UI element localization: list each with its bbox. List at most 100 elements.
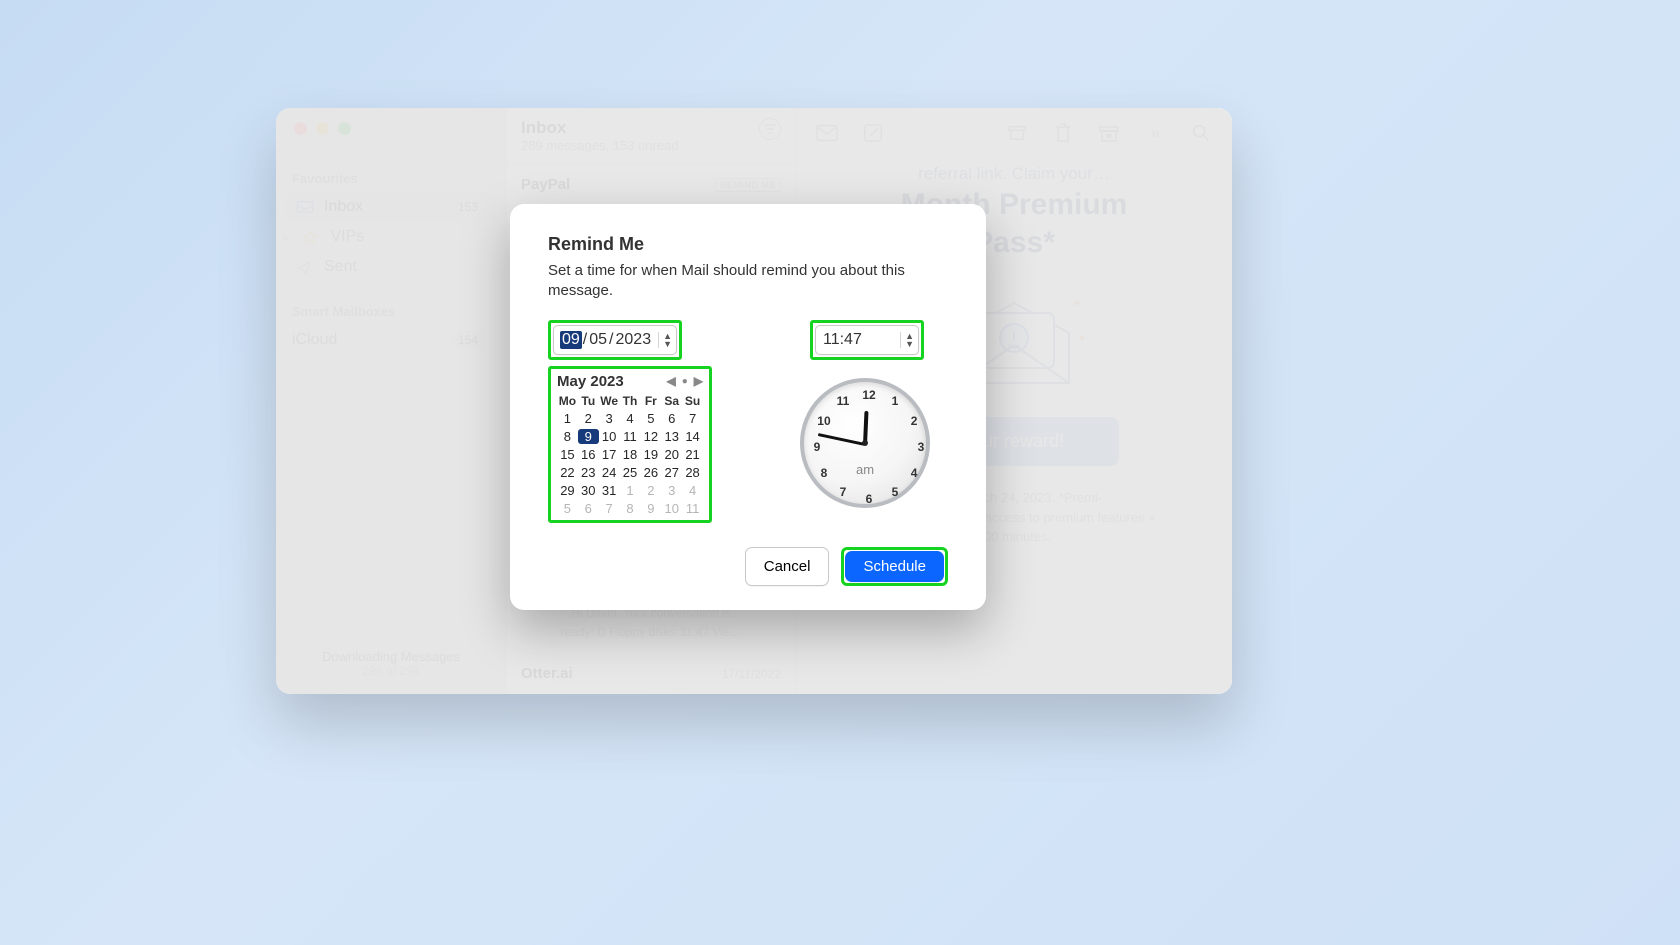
calendar-day[interactable]: 3 [599,411,620,426]
minimize-window-icon[interactable] [316,122,329,135]
calendar-day[interactable]: 5 [557,501,578,516]
sidebar-item-label: Inbox [324,198,363,216]
calendar-day[interactable]: 2 [640,483,661,498]
fullscreen-window-icon[interactable] [338,122,351,135]
remind-me-tag: REMIND ME [715,178,781,192]
calendar-day[interactable]: 16 [578,447,599,462]
compose-icon[interactable] [862,122,884,144]
calendar-day[interactable]: 18 [620,447,641,462]
close-window-icon[interactable] [294,122,307,135]
calendar-prev-icon[interactable]: ◀ [666,374,675,388]
calendar-day[interactable]: 6 [661,411,682,426]
clock-numeral: 4 [911,466,918,480]
stepper-arrows-icon[interactable]: ▲▼ [900,332,914,348]
calendar-day[interactable]: 8 [620,501,641,516]
calendar-day[interactable]: 4 [682,483,703,498]
calendar-day-header: We [599,394,620,408]
calendar-day[interactable]: 31 [599,483,620,498]
more-icon[interactable]: » [1144,122,1166,144]
calendar-day[interactable]: 10 [599,429,620,444]
date-month-segment[interactable]: 05 [588,331,608,349]
calendar-day[interactable]: 9 [578,429,599,444]
sidebar-status: Downloading Messages 298 of 298 [286,641,496,686]
schedule-button[interactable]: Schedule [845,551,944,582]
calendar-day[interactable]: 26 [640,465,661,480]
sidebar: Favourites Inbox 153 ▶ VIPs Sent Smart M… [276,108,506,694]
calendar-day[interactable]: 8 [557,429,578,444]
sidebar-item-inbox[interactable]: Inbox 153 [286,192,496,222]
sidebar-status-line2: 298 of 298 [286,664,496,678]
sidebar-item-label: VIPs [330,228,364,246]
archive-icon[interactable] [1006,122,1028,144]
calendar-next-icon[interactable]: ▶ [694,374,703,388]
clock-numeral: 3 [918,440,925,454]
envelope-icon[interactable] [816,122,838,144]
calendar-day[interactable]: 12 [640,429,661,444]
message-from: PayPal [521,176,570,193]
stepper-arrows-icon[interactable]: ▲▼ [658,332,672,348]
calendar-day[interactable]: 4 [620,411,641,426]
filter-icon[interactable] [759,118,781,140]
calendar-day[interactable]: 7 [599,501,620,516]
calendar-day[interactable]: 5 [640,411,661,426]
sidebar-item-icloud[interactable]: iCloud 154 [286,325,496,355]
calendar-day[interactable]: 19 [640,447,661,462]
calendar-day[interactable]: 3 [661,483,682,498]
clock-center-icon [862,440,868,446]
calendar-day[interactable]: 13 [661,429,682,444]
calendar-day[interactable]: 6 [578,501,599,516]
calendar-day[interactable]: 10 [661,501,682,516]
time-value[interactable]: 11:47 [822,331,863,349]
schedule-button-highlight: Schedule [841,547,948,586]
calendar-today-icon[interactable]: ● [682,376,688,387]
calendar-day[interactable]: 27 [661,465,682,480]
calendar-day[interactable]: 30 [578,483,599,498]
message-row-otter[interactable]: Otter.ai 17/11/2022 [507,653,795,694]
calendar-day-header: Tu [578,394,599,408]
calendar-day[interactable]: 20 [661,447,682,462]
cancel-button[interactable]: Cancel [745,547,830,586]
analog-clock[interactable]: am 123456789101112 [800,378,930,508]
clock-ampm-label: am [856,462,874,477]
calendar-day[interactable]: 29 [557,483,578,498]
calendar-day[interactable]: 1 [620,483,641,498]
date-stepper[interactable]: 09/05/2023 ▲▼ [553,325,677,355]
sidebar-item-vips[interactable]: ▶ VIPs [286,222,496,252]
calendar-day[interactable]: 22 [557,465,578,480]
time-stepper[interactable]: 11:47 ▲▼ [815,325,919,355]
sidebar-section-favourites: Favourites [292,171,490,186]
calendar-day[interactable]: 17 [599,447,620,462]
calendar-day[interactable]: 11 [620,429,641,444]
calendar-day[interactable]: 23 [578,465,599,480]
sidebar-item-sent[interactable]: Sent [286,252,496,282]
date-day-segment[interactable]: 09 [560,331,582,349]
clock-numeral: 11 [837,394,850,408]
calendar-day[interactable]: 21 [682,447,703,462]
clock-numeral: 6 [866,492,873,506]
sidebar-status-line1: Downloading Messages [286,649,496,664]
calendar-day[interactable]: 28 [682,465,703,480]
chevron-right-icon: ▶ [282,231,290,244]
paperplane-icon [296,260,314,274]
date-year-segment[interactable]: 2023 [615,331,653,349]
message-row-paypal[interactable]: PayPal REMIND ME [507,164,795,206]
calendar-day[interactable]: 24 [599,465,620,480]
calendar-day[interactable]: 2 [578,411,599,426]
calendar-day[interactable]: 9 [640,501,661,516]
search-icon[interactable] [1190,122,1212,144]
junk-icon[interactable] [1098,122,1120,144]
calendar-day-header: Th [620,394,641,408]
message-from: Otter.ai [521,665,573,682]
dialog-description: Set a time for when Mail should remind y… [548,261,948,302]
list-subtitle: 289 messages, 153 unread [521,138,679,153]
calendar-day-header: Mo [557,394,578,408]
calendar-day[interactable]: 7 [682,411,703,426]
calendar-day[interactable]: 1 [557,411,578,426]
calendar-day[interactable]: 14 [682,429,703,444]
clock-minute-hand[interactable] [818,433,866,446]
calendar-day[interactable]: 15 [557,447,578,462]
clock-numeral: 10 [817,414,830,428]
calendar-day[interactable]: 25 [620,465,641,480]
calendar-day[interactable]: 11 [682,501,703,516]
trash-icon[interactable] [1052,122,1074,144]
